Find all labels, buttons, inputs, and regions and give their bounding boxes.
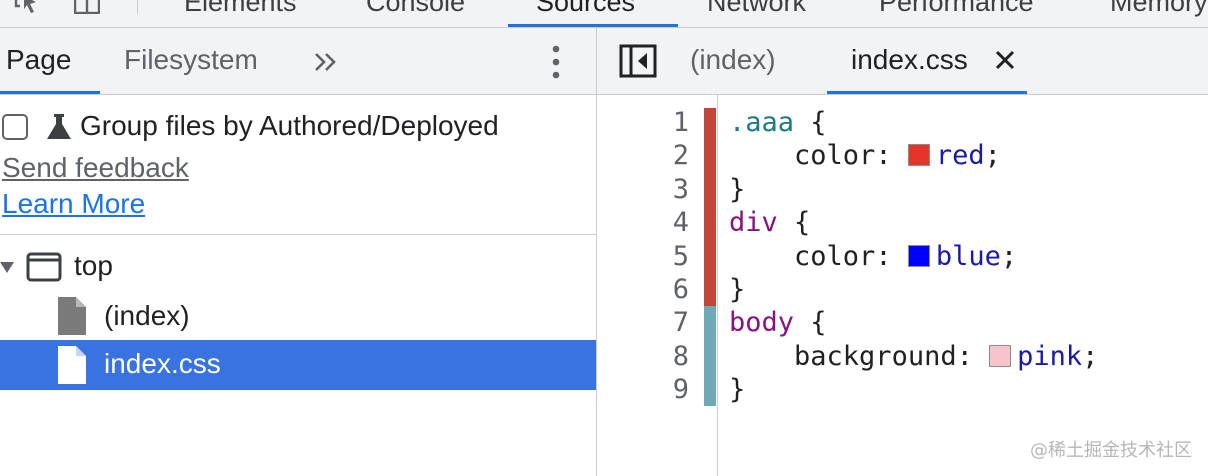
code-line[interactable]: 2 color: red; [597,139,1208,172]
code-text: } [729,373,745,406]
code-token: .aaa [729,107,795,138]
code-token: : [875,240,908,272]
line-number[interactable]: 1 [637,106,689,139]
tree-item-label: (index) [104,300,190,331]
line-number[interactable]: 9 [637,373,689,406]
line-number[interactable]: 2 [637,139,689,172]
tree-item-label: top [74,250,113,281]
editor-tab-index[interactable]: (index) [690,44,776,76]
color-swatch[interactable] [907,144,930,167]
code-line[interactable]: 4 div { [597,206,1208,239]
code-token: ; [984,140,1001,172]
editor-active-tab-indicator [827,91,1027,94]
line-number[interactable]: 3 [637,173,689,206]
document-icon [58,346,86,384]
tree-item-label: index.css [104,348,221,379]
code-token: : [956,340,990,372]
send-feedback-link[interactable]: Send feedback [2,152,189,184]
code-token: { [777,207,811,239]
flask-icon [47,114,71,139]
code-token: { [794,307,827,339]
tab-filesystem[interactable]: Filesystem [124,44,258,76]
code-text: } [729,173,745,206]
code-token: } [729,173,746,205]
code-line[interactable]: 5 color: blue; [597,240,1208,273]
editor-tab-index-css[interactable]: index.css [851,44,968,76]
expand-triangle-icon[interactable] [0,260,14,274]
tab-elements[interactable]: Elements [184,0,297,27]
code-token: background [794,340,957,372]
code-text: .aaa { [729,106,827,139]
group-files-label: Group files by Authored/Deployed [80,110,499,141]
line-number[interactable]: 5 [637,240,689,273]
tab-page[interactable]: Page [6,44,71,76]
navigator-tabbar: Page Filesystem [0,28,596,95]
tab-performance[interactable]: Performance [879,0,1034,27]
code-line[interactable]: 3} [597,173,1208,206]
code-token: } [729,374,746,406]
code-text: color: blue; [729,240,1017,273]
code-token: color [794,140,876,172]
code-token: } [729,274,746,305]
active-tab-indicator [508,24,678,27]
code-token: red [935,140,985,172]
close-icon[interactable] [993,48,1017,72]
code-token: color [794,240,876,272]
toolbar-separator [137,0,138,14]
code-text: body { [729,306,827,339]
toggle-navigator-icon[interactable] [619,44,657,78]
document-icon [58,297,86,335]
watermark: @稀土掘金技术社区 [1030,440,1192,461]
more-options-icon[interactable] [546,42,566,82]
code-text: } [729,273,745,306]
devtools-toolbar: Elements Console Sources Network Perform… [0,0,1208,28]
code-line[interactable]: 8 background: pink; [597,340,1208,373]
editor-tabbar: (index) index.css [597,28,1208,95]
color-swatch[interactable] [907,244,930,267]
inspect-element-icon[interactable] [14,0,40,14]
line-number[interactable]: 8 [637,340,689,373]
tree-item-index[interactable]: (index) [0,292,596,340]
tab-sources[interactable]: Sources [536,0,635,27]
color-swatch[interactable] [989,344,1012,367]
code-token: { [794,107,827,138]
tab-memory[interactable]: Memory [1110,0,1208,27]
code-token: blue [935,240,1001,272]
code-token: body [729,307,795,339]
code-text: div { [729,206,810,239]
tree-item-index-css[interactable]: index.css [0,340,596,390]
tree-item-top[interactable]: top [0,242,596,290]
device-toolbar-icon[interactable] [74,0,100,14]
navigator-active-tab-indicator [0,91,100,94]
code-line[interactable]: 6} [597,273,1208,306]
more-tabs-icon[interactable] [312,48,340,76]
code-token: pink [1017,340,1083,372]
learn-more-link[interactable]: Learn More [2,188,145,220]
code-token: ; [1000,240,1018,272]
tab-console[interactable]: Console [366,0,465,27]
code-text: color: red; [729,139,1001,172]
line-number[interactable]: 7 [637,306,689,339]
code-line[interactable]: 7 body { [597,306,1208,339]
divider [0,234,596,235]
code-token: div [729,207,778,239]
code-line[interactable]: 9} [597,373,1208,406]
line-number[interactable]: 6 [637,273,689,306]
sources-navigator: Page Filesystem Group files by Authored/… [0,28,596,476]
code-token: : [875,140,908,172]
tab-network[interactable]: Network [707,0,806,27]
frame-icon [26,252,62,282]
line-number[interactable]: 4 [637,206,689,239]
code-token: ; [1082,340,1099,372]
source-editor: (index) index.css 1 .aaa {2 color: red; 3}… [597,28,1208,476]
code-text: background: pink; [729,340,1098,373]
group-files-checkbox[interactable] [2,114,28,140]
group-files-row: Group files by Authored/Deployed [0,110,596,146]
code-line[interactable]: 1 .aaa { [597,106,1208,139]
